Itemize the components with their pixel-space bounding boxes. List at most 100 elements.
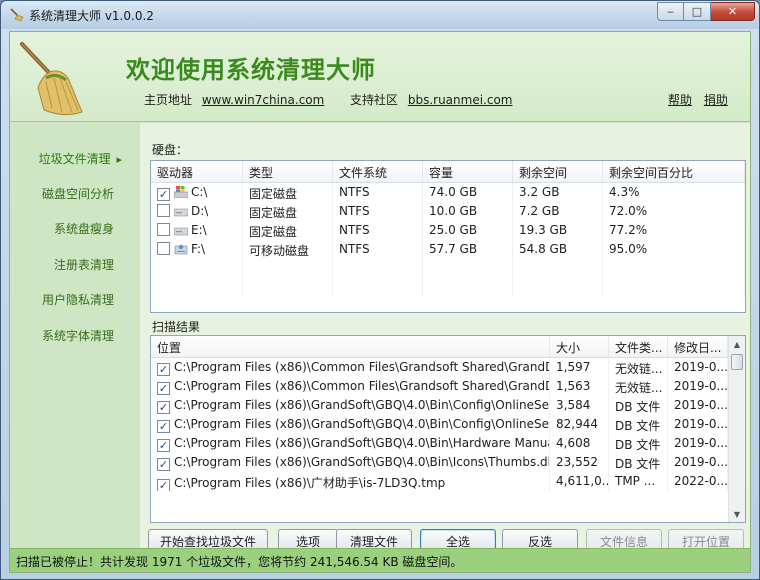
drive-free-percent: 95.0% <box>603 240 745 259</box>
drive-row[interactable]: ✓ C:\ 固定磁盘 NTFS 74.0 GB 3.2 GB 4.3% <box>151 183 745 202</box>
result-type: TMP ... <box>609 472 668 491</box>
result-date: 2019-0... <box>668 358 728 377</box>
close-button[interactable]: ✕ <box>711 2 755 21</box>
drive-capacity: 74.0 GB <box>423 183 513 202</box>
col-location[interactable]: 位置 <box>151 336 550 357</box>
scroll-up-icon[interactable]: ▲ <box>729 336 745 352</box>
result-size: 23,552 <box>550 453 609 472</box>
result-checkbox[interactable]: ✓ <box>157 363 170 376</box>
results-section-label: 扫描结果 <box>152 320 201 334</box>
drive-fs: NTFS <box>333 183 423 202</box>
title-bar[interactable]: 系统清理大师 v1.0.0.2 ‒ □ ✕ <box>1 1 759 29</box>
result-checkbox[interactable]: ✓ <box>157 382 170 395</box>
drive-letter: C:\ <box>191 185 208 199</box>
col-free-percent[interactable]: 剩余空间百分比 <box>603 161 745 182</box>
scroll-down-icon[interactable]: ▼ <box>729 506 745 522</box>
main-content: 硬盘： 驱动器 类型 文件系统 容量 剩余空间 剩余空间百分比 ✓ C:\ 固定磁… <box>140 123 750 553</box>
sidebar-item-font-clean[interactable]: 系统字体清理 <box>10 327 114 344</box>
col-free-space[interactable]: 剩余空间 <box>513 161 603 182</box>
sidebar-item-system-slim[interactable]: 系统盘瘦身 <box>10 220 114 237</box>
result-size: 1,597 <box>550 358 609 377</box>
result-size: 3,584 <box>550 396 609 415</box>
result-row[interactable]: ✓ C:\Program Files (x86)\GrandSoft\GBQ\4.… <box>151 415 745 434</box>
scroll-thumb[interactable] <box>731 354 743 370</box>
result-row[interactable]: ✓ C:\Program Files (x86)\Common Files\Gra… <box>151 358 745 377</box>
sidebar-item-label: 注册表清理 <box>53 258 114 272</box>
drive-free-percent: 77.2% <box>603 221 745 240</box>
result-path: C:\Program Files (x86)\GrandSoft\GBQ\4.0… <box>174 436 550 450</box>
result-path: C:\Program Files (x86)\Common Files\Gran… <box>174 360 550 374</box>
sidebar-item-disk-analysis[interactable]: 磁盘空间分析 <box>10 185 114 202</box>
homepage-line: 主页地址 www.win7china.com <box>144 91 324 108</box>
result-type: DB 文件 <box>609 396 668 415</box>
homepage-label: 主页地址 <box>144 93 193 107</box>
drive-free-percent: 4.3% <box>603 183 745 202</box>
col-filesystem[interactable]: 文件系统 <box>333 161 423 182</box>
result-path: C:\Program Files (x86)\Common Files\Gran… <box>174 379 550 393</box>
drive-row[interactable]: F:\ 可移动磁盘 NTFS 57.7 GB 54.8 GB 95.0% <box>151 240 745 259</box>
result-checkbox[interactable]: ✓ <box>157 439 170 452</box>
drive-checkbox[interactable] <box>157 242 170 255</box>
help-link[interactable]: 帮助 <box>668 93 692 107</box>
broom-icon <box>10 8 24 22</box>
drive-letter: E:\ <box>191 223 207 237</box>
drive-type: 固定磁盘 <box>243 183 333 202</box>
homepage-link[interactable]: www.win7china.com <box>202 93 324 107</box>
result-row[interactable]: ✓ C:\Program Files (x86)\Common Files\Gra… <box>151 377 745 396</box>
empty-row <box>151 278 745 297</box>
drive-row[interactable]: E:\ 固定磁盘 NTFS 25.0 GB 19.3 GB 77.2% <box>151 221 745 240</box>
result-row[interactable]: ✓ C:\Program Files (x86)\广材助手\is-7LD3Q.tm… <box>151 472 745 491</box>
sidebar-item-registry-clean[interactable]: 注册表清理 <box>10 256 114 273</box>
drive-free-percent: 72.0% <box>603 202 745 221</box>
sidebar-item-privacy-clean[interactable]: 用户隐私清理 <box>10 291 114 308</box>
donate-link[interactable]: 捐助 <box>704 93 728 107</box>
result-path: C:\Program Files (x86)\GrandSoft\GBQ\4.0… <box>174 455 550 469</box>
welcome-title: 欢迎使用系统清理大师 <box>126 56 376 84</box>
result-row[interactable]: ✓ C:\Program Files (x86)\GrandSoft\GBQ\4.… <box>151 434 745 453</box>
hard-drive-icon <box>174 208 188 217</box>
sidebar-item-label: 系统字体清理 <box>41 329 114 343</box>
result-path: C:\Program Files (x86)\GrandSoft\GBQ\4.0… <box>174 417 550 431</box>
maximize-icon: □ <box>691 5 703 18</box>
sidebar-item-label: 用户隐私清理 <box>41 293 114 307</box>
drive-fs: NTFS <box>333 221 423 240</box>
drive-letter: D:\ <box>191 204 209 218</box>
col-capacity[interactable]: 容量 <box>423 161 513 182</box>
maximize-button[interactable]: □ <box>684 2 711 21</box>
drive-free: 54.8 GB <box>513 240 603 259</box>
sidebar-item-junk-clean[interactable]: 垃圾文件清理 ▸ <box>10 150 122 167</box>
result-size: 82,944 <box>550 415 609 434</box>
col-size[interactable]: 大小 <box>550 336 609 357</box>
drive-type: 可移动磁盘 <box>243 240 333 259</box>
drive-checkbox[interactable]: ✓ <box>157 188 170 201</box>
community-label: 支持社区 <box>350 93 399 107</box>
result-checkbox[interactable]: ✓ <box>157 420 170 433</box>
result-row[interactable]: ✓ C:\Program Files (x86)\GrandSoft\GBQ\4.… <box>151 396 745 415</box>
chevron-right-icon: ▸ <box>116 153 122 166</box>
minimize-button[interactable]: ‒ <box>657 2 684 21</box>
drives-list[interactable]: 驱动器 类型 文件系统 容量 剩余空间 剩余空间百分比 ✓ C:\ 固定磁盘 NT… <box>150 160 746 313</box>
col-drive[interactable]: 驱动器 <box>151 161 243 182</box>
drive-row[interactable]: D:\ 固定磁盘 NTFS 10.0 GB 7.2 GB 72.0% <box>151 202 745 221</box>
drive-checkbox[interactable] <box>157 223 170 236</box>
result-date: 2019-0... <box>668 453 728 472</box>
result-type: DB 文件 <box>609 453 668 472</box>
sidebar: 垃圾文件清理 ▸ 磁盘空间分析 系统盘瘦身 注册表清理 用户隐私清理 系统字体清… <box>10 123 140 543</box>
drive-type: 固定磁盘 <box>243 221 333 240</box>
drive-checkbox[interactable] <box>157 204 170 217</box>
result-path: C:\Program Files (x86)\GrandSoft\GBQ\4.0… <box>174 398 550 412</box>
result-date: 2019-0... <box>668 415 728 434</box>
drives-header: 驱动器 类型 文件系统 容量 剩余空间 剩余空间百分比 <box>151 161 745 183</box>
result-row[interactable]: ✓ C:\Program Files (x86)\GrandSoft\GBQ\4.… <box>151 453 745 472</box>
result-checkbox[interactable]: ✓ <box>157 479 170 491</box>
community-link[interactable]: bbs.ruanmei.com <box>408 93 513 107</box>
col-modified[interactable]: 修改日... <box>668 336 728 357</box>
result-checkbox[interactable]: ✓ <box>157 458 170 471</box>
status-bar: 扫描已被停止！共计发现 1971 个垃圾文件，您将节约 241,546.54 K… <box>10 548 750 572</box>
col-type[interactable]: 类型 <box>243 161 333 182</box>
result-checkbox[interactable]: ✓ <box>157 401 170 414</box>
results-scrollbar[interactable]: ▲ ▼ <box>728 336 745 522</box>
col-file-type[interactable]: 文件类... <box>609 336 668 357</box>
status-text: 扫描已被停止！共计发现 1971 个垃圾文件，您将节约 241,546.54 K… <box>16 555 463 569</box>
scan-results-list[interactable]: 位置 大小 文件类... 修改日... ✓ C:\Program Files (x… <box>150 335 746 523</box>
